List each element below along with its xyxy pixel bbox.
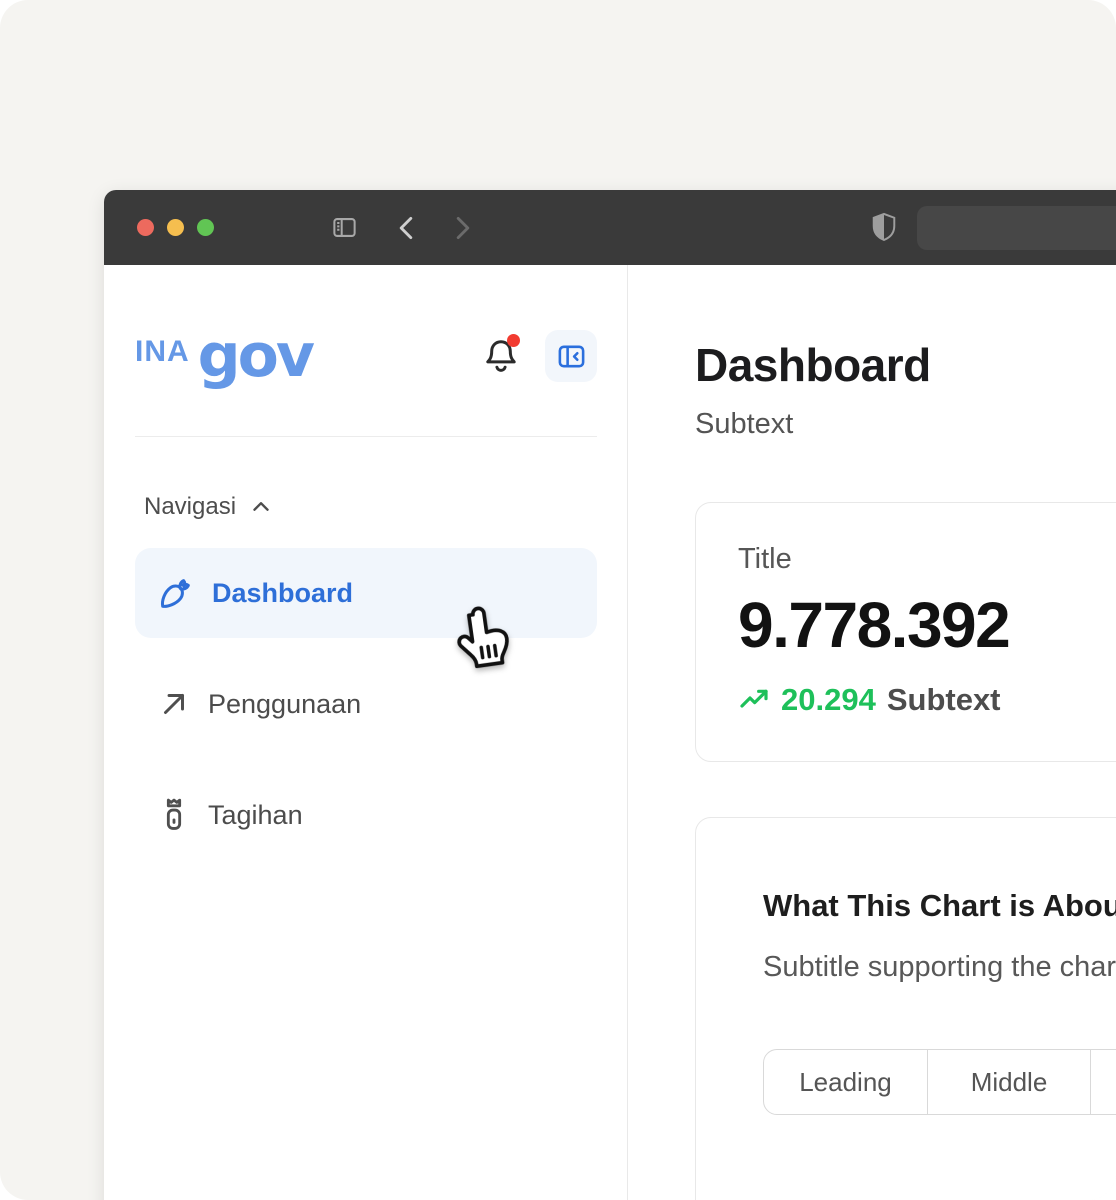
- chart-card: What This Chart is About Subtitle suppor…: [695, 817, 1116, 1200]
- logo-name: gov: [198, 328, 312, 384]
- forward-icon[interactable]: [453, 216, 473, 240]
- app-sidebar: INA gov: [104, 265, 628, 1200]
- minimize-window-button[interactable]: [167, 219, 184, 236]
- sidebar-item-tagihan[interactable]: Tagihan: [135, 770, 597, 860]
- shield-icon[interactable]: [871, 212, 897, 243]
- segment-leading[interactable]: Leading: [764, 1050, 927, 1114]
- collapse-panel-icon: [556, 341, 587, 372]
- notification-badge: [507, 334, 520, 347]
- stat-card-label: Title: [738, 543, 1116, 576]
- segment-middle[interactable]: Middle: [927, 1050, 1090, 1114]
- stat-card: Title 9.778.392 20.294 Subtext: [695, 502, 1116, 762]
- nav-section-header[interactable]: Navigasi: [135, 493, 597, 521]
- stat-delta-value: 20.294: [781, 682, 876, 718]
- page-subtitle: Subtext: [695, 408, 1116, 441]
- segmented-control: Leading Middle Middle: [763, 1049, 1116, 1115]
- sidebar-divider: [135, 436, 597, 437]
- chart-card-subtitle: Subtitle supporting the chart: [763, 951, 1116, 984]
- sidebar-item-penggunaan[interactable]: Penggunaan: [135, 659, 597, 749]
- screenshot-background: INA gov: [0, 0, 1116, 1200]
- zoom-window-button[interactable]: [197, 219, 214, 236]
- page-title: Dashboard: [695, 338, 1116, 392]
- logo-prefix: INA: [135, 335, 190, 369]
- sidebar-item-label: Tagihan: [208, 800, 303, 831]
- browser-sidebar-toggle-icon[interactable]: [331, 214, 358, 241]
- back-icon[interactable]: [396, 216, 416, 240]
- sidebar-item-dashboard[interactable]: Dashboard: [135, 548, 597, 638]
- close-window-button[interactable]: [137, 219, 154, 236]
- chevron-up-icon: [248, 494, 274, 520]
- browser-titlebar: [104, 190, 1116, 265]
- sidebar-item-label: Dashboard: [212, 578, 353, 609]
- browser-window: INA gov: [104, 190, 1116, 1200]
- sidebar-collapse-button[interactable]: [545, 330, 597, 382]
- chart-card-title: What This Chart is About: [763, 888, 1116, 924]
- nav-section-label: Navigasi: [144, 493, 236, 521]
- sidebar-nav: Dashboard Penggunaan: [135, 548, 597, 860]
- notifications-button[interactable]: [483, 336, 519, 376]
- stat-card-value: 9.778.392: [738, 588, 1116, 662]
- window-controls: [137, 219, 214, 236]
- stat-delta-suffix: Subtext: [887, 682, 1001, 718]
- carrot-icon: [157, 574, 195, 612]
- sidebar-item-label: Penggunaan: [208, 689, 361, 720]
- address-bar[interactable]: [917, 206, 1116, 250]
- ina-gov-logo: INA gov: [135, 328, 312, 384]
- main-content: Dashboard Subtext Title 9.778.392 20.294…: [628, 265, 1116, 1200]
- torch-icon: [157, 796, 191, 834]
- segment-middle-2[interactable]: Middle: [1090, 1050, 1116, 1114]
- arrow-up-right-icon: [157, 687, 191, 721]
- trending-up-icon: [738, 684, 770, 716]
